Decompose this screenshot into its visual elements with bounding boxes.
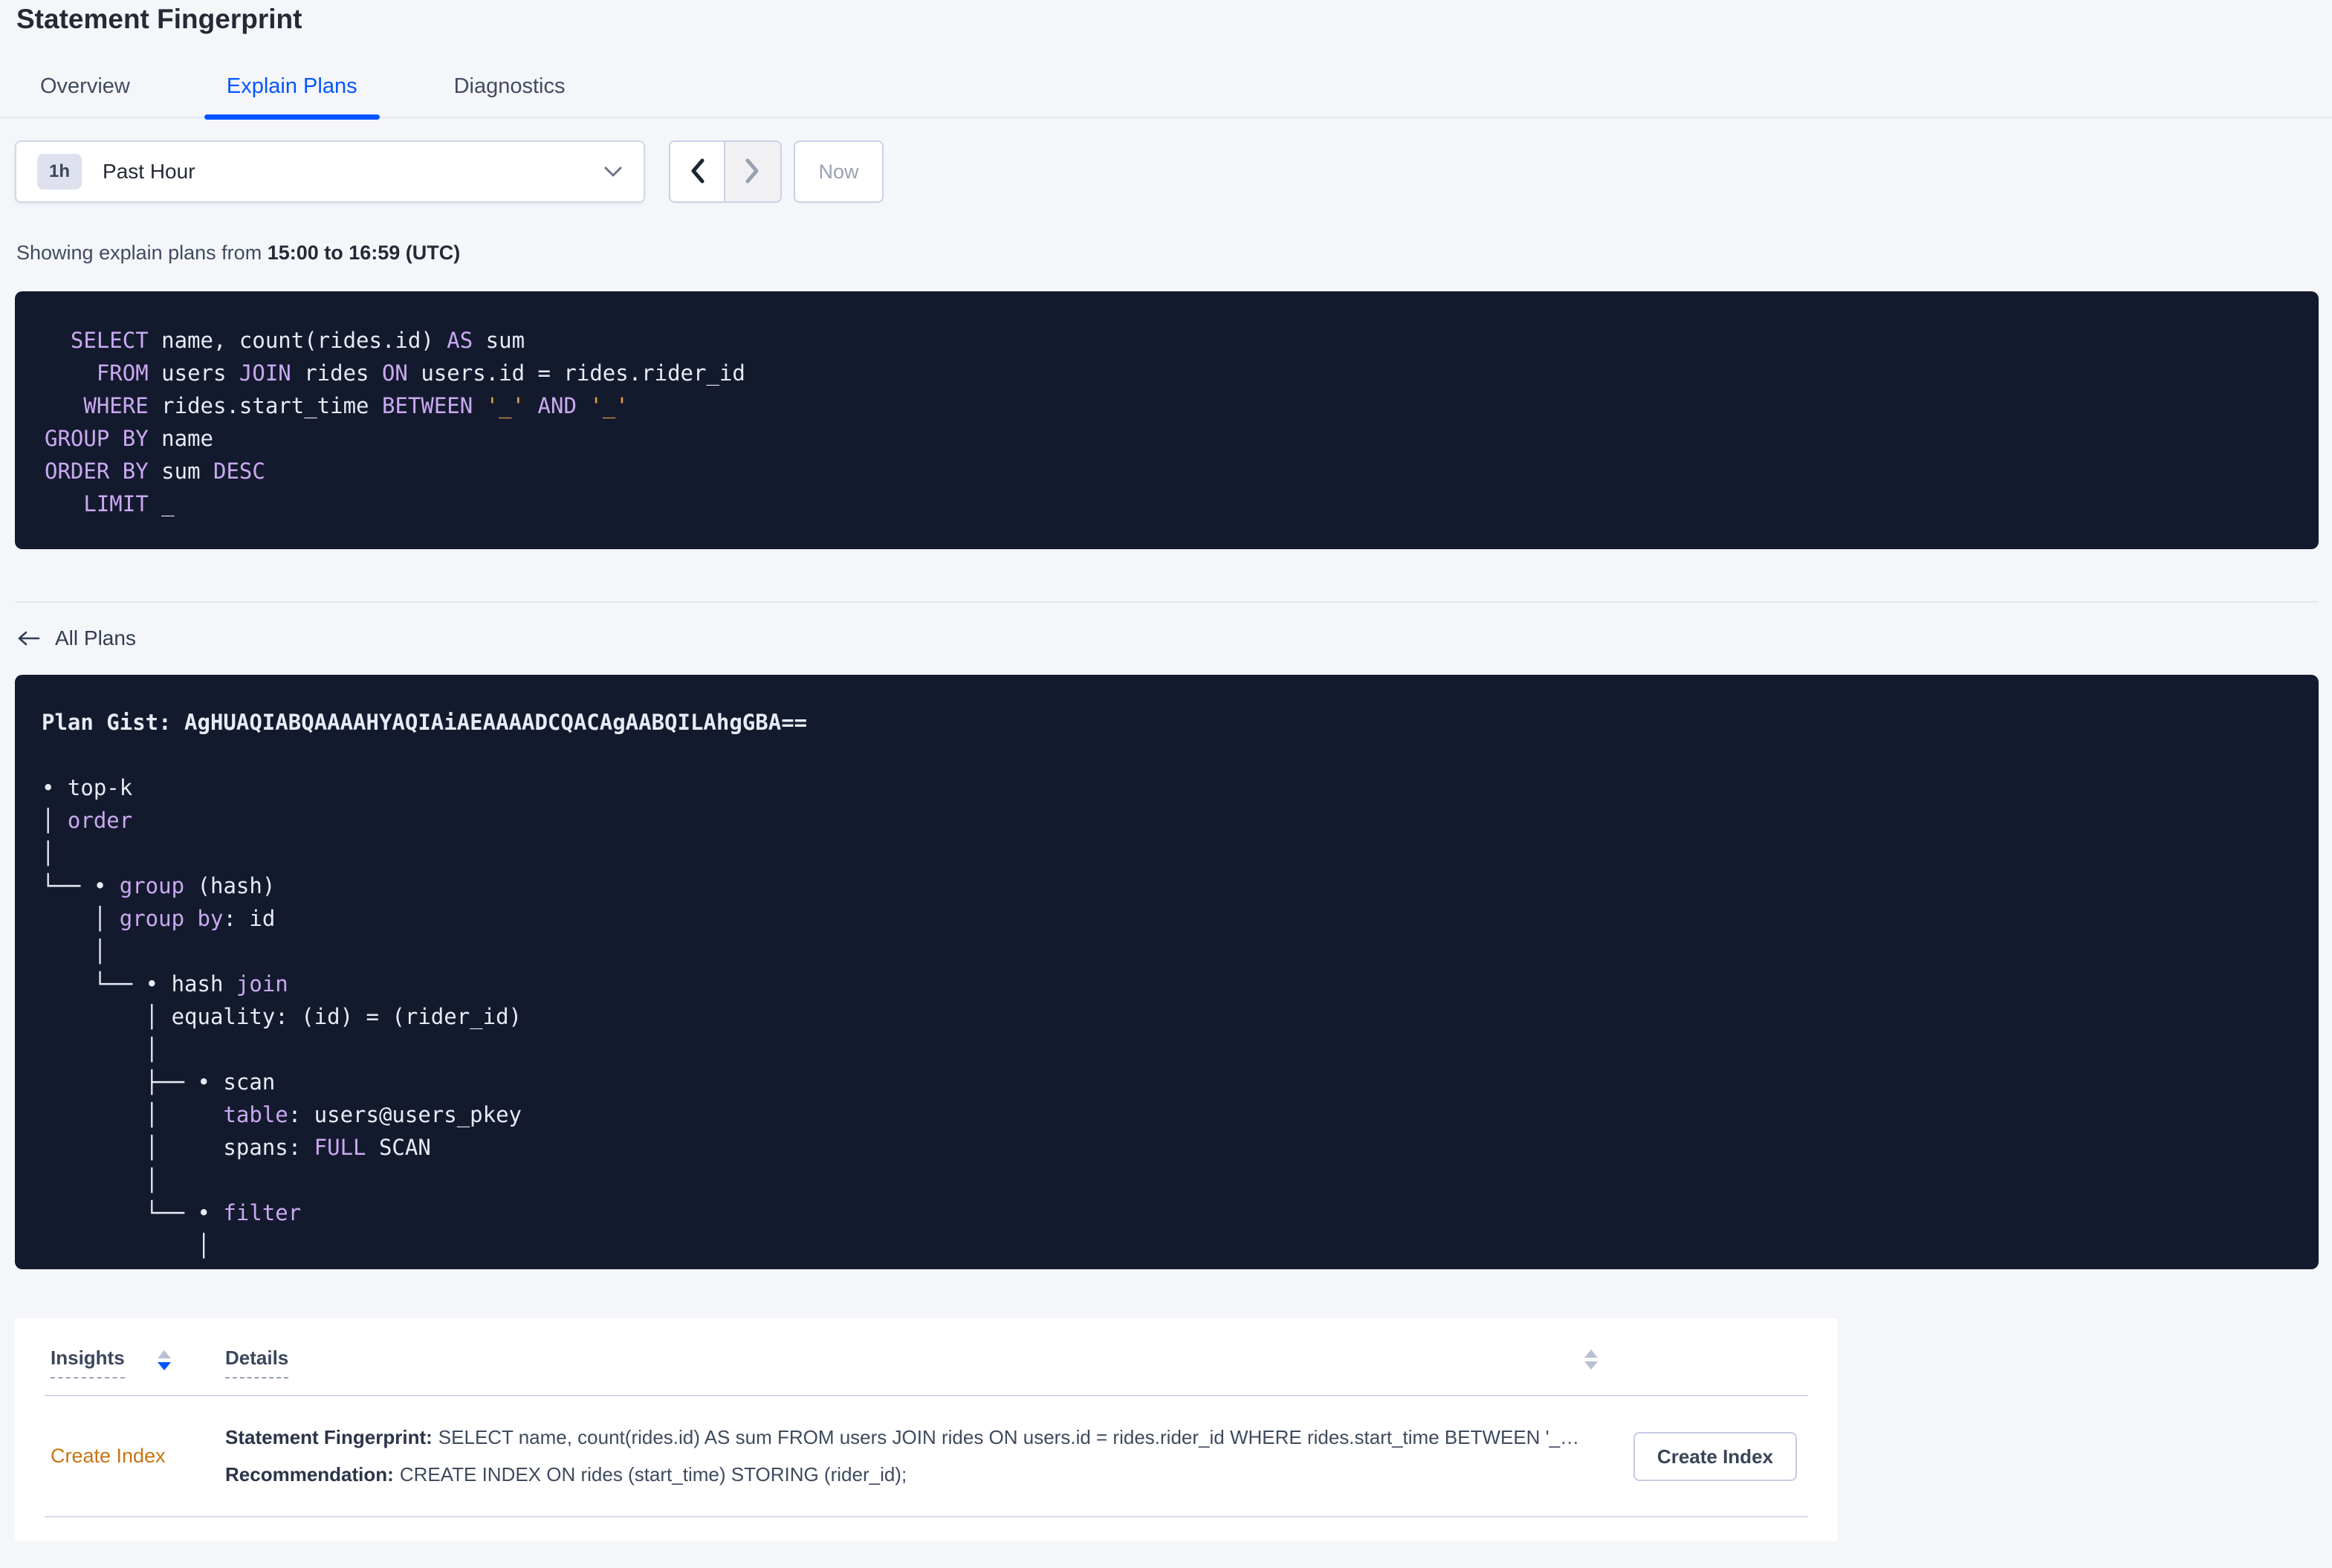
fingerprint-label: Statement Fingerprint: [225, 1426, 433, 1448]
now-button[interactable]: Now [794, 140, 884, 203]
fingerprint-text: SELECT name, count(rides.id) AS sum FROM… [438, 1426, 1580, 1448]
column-header-insights[interactable]: Insights [51, 1347, 225, 1395]
caption-prefix: Showing explain plans from [16, 242, 268, 264]
code-line: │ group by: id [42, 906, 276, 931]
sort-icon [157, 1350, 171, 1370]
sort-down-arrow [157, 1362, 171, 1370]
tab-diagnostics[interactable]: Diagnostics [432, 62, 588, 117]
page-title: Statement Fingerprint [16, 4, 302, 34]
fingerprint-detail-line: Statement Fingerprint: SELECT name, count… [225, 1425, 1622, 1450]
insight-cell: Create Index [51, 1445, 225, 1468]
caption-time-range: 15:00 to 16:59 (UTC) [267, 242, 461, 264]
code-line: • top-k [42, 775, 133, 800]
insights-table-card: Insights Details Create Index Statement … [15, 1318, 1838, 1541]
chevron-down-icon [603, 166, 623, 178]
tab-explain-plans[interactable]: Explain Plans [204, 62, 380, 120]
recommendation-text: CREATE INDEX ON rides (start_time) STORI… [399, 1463, 907, 1486]
plan-gist-block: Plan Gist: AgHUAQIABQAAAAHYAQIAiAEAAAADC… [15, 675, 2319, 1269]
code-line: │ [42, 1037, 159, 1062]
back-arrow-icon [16, 629, 40, 647]
time-range-badge: 1h [37, 154, 82, 189]
recommendation-detail-line: Recommendation: CREATE INDEX ON rides (st… [225, 1462, 1622, 1487]
sort-up-arrow [1584, 1350, 1598, 1358]
code-line: Plan Gist: AgHUAQIABQAAAAHYAQIAiAEAAAADC… [42, 710, 808, 735]
time-range-label: Past Hour [103, 160, 195, 183]
tab-overview[interactable]: Overview [18, 62, 152, 117]
time-nav-group [669, 140, 782, 203]
prev-time-button[interactable] [670, 142, 724, 201]
sort-icon[interactable] [1584, 1350, 1598, 1370]
insights-column-label: Insights [51, 1347, 125, 1379]
column-header-details[interactable]: Details [225, 1347, 289, 1395]
code-line: GROUP BY name [45, 426, 213, 451]
code-line: FROM users JOIN rides ON users.id = ride… [96, 360, 745, 386]
all-plans-label: All Plans [55, 626, 136, 649]
time-range-dropdown[interactable]: 1h Past Hour [15, 140, 645, 203]
code-line: │ [42, 939, 107, 964]
code-line: │ [42, 1233, 210, 1258]
table-row-divider [45, 1516, 1808, 1517]
table-row: Create Index Statement Fingerprint: SELEC… [15, 1396, 1838, 1516]
code-line: └── • filter [42, 1200, 302, 1225]
code-line: └── • hash join [42, 971, 288, 997]
code-line: ├── • scan [42, 1069, 276, 1095]
code-line: ORDER BY sum DESC [45, 459, 265, 484]
tab-bar: Overview Explain Plans Diagnostics [0, 62, 2332, 120]
code-line: WHERE rides.start_time BETWEEN '_' AND '… [83, 393, 629, 418]
next-time-button[interactable] [724, 142, 780, 201]
statement-fingerprint-page: Statement Fingerprint Overview Explain P… [0, 3, 2332, 1541]
chevron-right-icon [744, 157, 762, 187]
code-line: │ [42, 840, 55, 866]
code-line: │ table: users@users_pkey [42, 1102, 522, 1127]
all-plans-link[interactable]: All Plans [16, 626, 136, 650]
recommendation-label: Recommendation: [225, 1463, 394, 1486]
code-line: │ spans: FULL SCAN [42, 1135, 431, 1160]
insights-table-header: Insights Details [15, 1318, 1838, 1395]
code-line: └── • group (hash) [42, 873, 276, 898]
sql-statement-block: SELECT name, count(rides.id) AS sum FROM… [15, 291, 2319, 549]
sort-up-arrow [157, 1350, 171, 1358]
sort-down-arrow [1584, 1361, 1598, 1370]
time-controls: 1h Past Hour Now [15, 140, 2332, 203]
details-cell: Statement Fingerprint: SELECT name, count… [225, 1425, 1622, 1487]
create-index-button[interactable]: Create Index [1633, 1432, 1797, 1481]
code-line: SELECT name, count(rides.id) AS sum [70, 328, 525, 353]
code-line: │ [42, 1167, 159, 1193]
code-line: LIMIT _ [83, 491, 175, 516]
details-column-label: Details [225, 1347, 289, 1379]
insight-type-link[interactable]: Create Index [51, 1445, 166, 1467]
code-line: │ order [42, 808, 133, 833]
section-divider [15, 601, 2319, 603]
chevron-left-icon [688, 157, 706, 187]
showing-plans-caption: Showing explain plans from 15:00 to 16:5… [16, 242, 2332, 265]
code-line: │ equality: (id) = (rider_id) [42, 1004, 522, 1029]
